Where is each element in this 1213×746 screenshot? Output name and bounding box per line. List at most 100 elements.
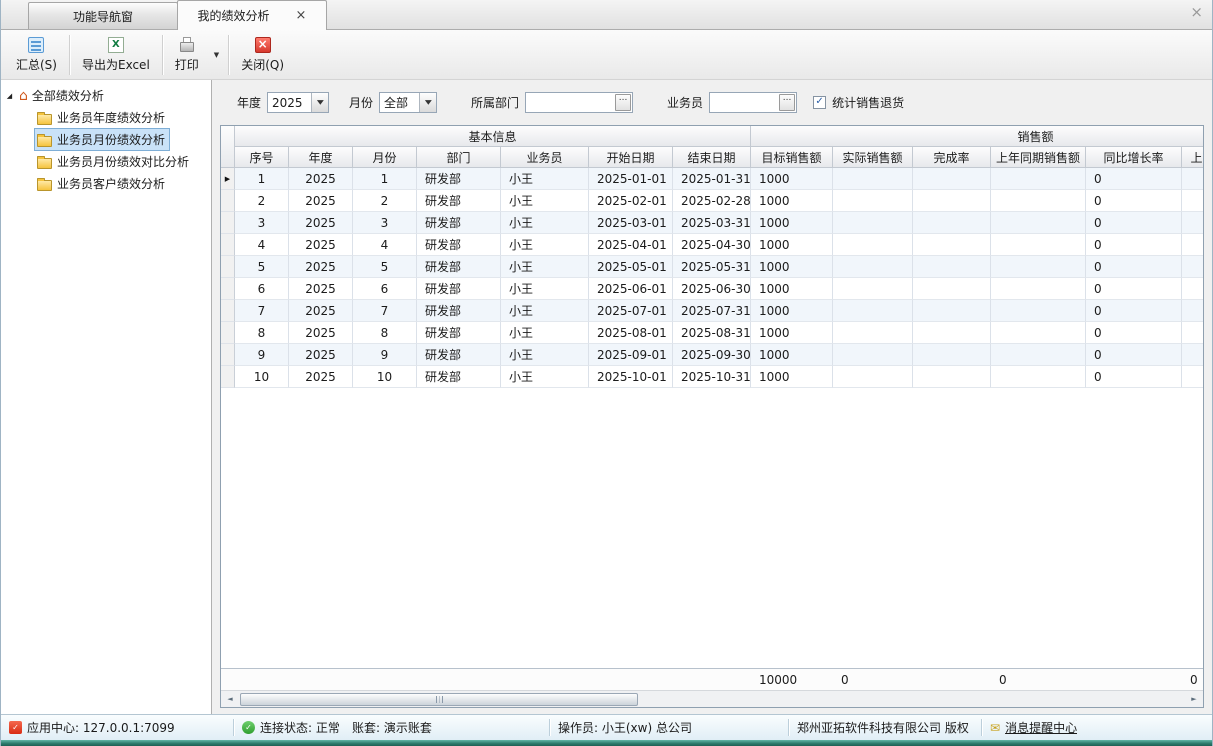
row-selector[interactable] — [221, 278, 235, 300]
scroll-left-arrow-icon[interactable]: ◄ — [222, 695, 238, 703]
print-button[interactable]: 打印 — [166, 33, 208, 77]
close-button[interactable]: 关闭(Q) — [232, 33, 293, 77]
toolbar-separator — [228, 35, 229, 75]
table-cell: 9 — [353, 344, 417, 366]
app-center-status: 应用中心: 127.0.0.1:7099 — [27, 719, 175, 736]
column-header[interactable]: 年度 — [289, 147, 353, 168]
tree-root-item[interactable]: ◢ ⌂ 全部绩效分析 — [1, 85, 211, 106]
summarize-button[interactable]: 汇总(S) — [7, 33, 66, 77]
table-row[interactable]: 520255研发部小王2025-05-012025-05-3110000 — [221, 256, 1203, 278]
tree-item[interactable]: 业务员客户绩效分析 — [35, 173, 169, 194]
table-cell: 小王 — [501, 212, 589, 234]
tab-function-nav[interactable]: 功能导航窗 — [28, 2, 178, 29]
column-header[interactable]: 序号 — [235, 147, 289, 168]
table-cell — [991, 212, 1086, 234]
tab-my-performance[interactable]: 我的绩效分析 × — [177, 0, 327, 30]
row-selector[interactable] — [221, 300, 235, 322]
table-cell: 10 — [235, 366, 289, 388]
message-center-link[interactable]: 消息提醒中心 — [1005, 719, 1077, 736]
table-row[interactable]: 620256研发部小王2025-06-012025-06-3010000 — [221, 278, 1203, 300]
tree-item[interactable]: 业务员月份绩效分析 — [35, 129, 169, 150]
table-cell: 1000 — [751, 212, 833, 234]
column-header[interactable]: 同比增长率 — [1086, 147, 1182, 168]
column-header[interactable]: 目标销售额 — [751, 147, 833, 168]
table-cell: 0 — [1086, 234, 1182, 256]
table-row[interactable]: 220252研发部小王2025-02-012025-02-2810000 — [221, 190, 1203, 212]
table-cell: 研发部 — [417, 278, 501, 300]
salesman-label: 业务员 — [667, 94, 703, 111]
row-selector[interactable] — [221, 344, 235, 366]
column-header[interactable]: 完成率 — [913, 147, 991, 168]
table-row[interactable]: 10202510研发部小王2025-10-012025-10-3110000 — [221, 366, 1203, 388]
tab-close-icon[interactable]: × — [296, 9, 307, 22]
row-selector[interactable] — [221, 234, 235, 256]
column-header[interactable]: 上 — [1182, 147, 1203, 168]
tree-item[interactable]: 业务员月份绩效对比分析 — [35, 151, 193, 172]
current-row-pointer-icon[interactable]: ▶ — [221, 168, 235, 190]
print-label: 打印 — [175, 56, 199, 73]
export-excel-button[interactable]: 导出为Excel — [73, 33, 159, 77]
content-panel: 年度 2025 ▼ 月份 全部 ▼ 所属部门 ... 业务员 — [212, 80, 1212, 714]
table-row[interactable]: 420254研发部小王2025-04-012025-04-3010000 — [221, 234, 1203, 256]
table-cell: 2025 — [289, 168, 353, 190]
group-header-basic[interactable]: 基本信息 — [235, 126, 751, 147]
scroll-right-arrow-icon[interactable]: ► — [1186, 695, 1202, 703]
window-close-icon[interactable]: × — [1190, 5, 1203, 20]
table-cell — [833, 256, 913, 278]
row-selector[interactable] — [221, 190, 235, 212]
table-row[interactable]: 820258研发部小王2025-08-012025-08-3110000 — [221, 322, 1203, 344]
table-cell — [833, 366, 913, 388]
status-bar: ✓ 应用中心: 127.0.0.1:7099 ✓ 连接状态: 正常 账套: 演示… — [1, 714, 1212, 740]
app-window: 功能导航窗 我的绩效分析 × × 汇总(S) 导出为Excel 打印 ▼ 关闭(… — [0, 0, 1213, 746]
scrollbar-track[interactable] — [238, 692, 1186, 707]
department-browse-button[interactable]: ... — [615, 94, 631, 111]
table-cell: 研发部 — [417, 168, 501, 190]
month-value: 全部 — [380, 93, 419, 112]
folder-icon — [37, 180, 52, 191]
column-header[interactable]: 部门 — [417, 147, 501, 168]
column-header[interactable]: 实际销售额 — [833, 147, 913, 168]
table-row[interactable]: 920259研发部小王2025-09-012025-09-3010000 — [221, 344, 1203, 366]
scrollbar-thumb[interactable] — [240, 693, 638, 706]
column-header[interactable]: 结束日期 — [673, 147, 751, 168]
row-selector[interactable] — [221, 322, 235, 344]
tree-root-label: 全部绩效分析 — [32, 87, 104, 104]
salesman-input[interactable] — [711, 94, 779, 111]
grid-column-header-row: 序号年度月份部门业务员开始日期结束日期目标销售额实际销售额完成率上年同期销售额同… — [235, 147, 1203, 168]
year-dropdown-icon[interactable]: ▼ — [311, 93, 328, 112]
column-header[interactable]: 业务员 — [501, 147, 589, 168]
table-row[interactable]: 720257研发部小王2025-07-012025-07-3110000 — [221, 300, 1203, 322]
column-header[interactable]: 月份 — [353, 147, 417, 168]
table-cell: 1000 — [751, 234, 833, 256]
year-select[interactable]: 2025 ▼ — [267, 92, 329, 113]
column-header[interactable]: 上年同期销售额 — [991, 147, 1086, 168]
group-header-sales[interactable]: 销售额 — [751, 126, 1203, 147]
tree-item-label: 业务员客户绩效分析 — [57, 175, 165, 192]
department-input[interactable] — [527, 94, 615, 111]
close-label: 关闭(Q) — [241, 56, 284, 73]
tree-items: 业务员年度绩效分析业务员月份绩效分析业务员月份绩效对比分析业务员客户绩效分析 — [1, 107, 211, 194]
operator-status: 操作员: 小王(xw) 总公司 — [558, 719, 692, 736]
table-row[interactable]: 320253研发部小王2025-03-012025-03-3110000 — [221, 212, 1203, 234]
tree-item[interactable]: 业务员年度绩效分析 — [35, 107, 169, 128]
year-label: 年度 — [237, 94, 261, 111]
row-selector[interactable] — [221, 256, 235, 278]
salesman-browse-button[interactable]: ... — [779, 94, 795, 111]
table-cell: 2025-08-01 — [589, 322, 673, 344]
folder-icon — [37, 158, 52, 169]
table-cell: 6 — [235, 278, 289, 300]
tree-expander-icon[interactable]: ◢ — [4, 92, 15, 100]
column-header[interactable]: 开始日期 — [589, 147, 673, 168]
table-cell: 1 — [353, 168, 417, 190]
returns-checkbox[interactable]: ✓ — [813, 96, 826, 109]
table-row[interactable]: ▶120251研发部小王2025-01-012025-01-3110000 — [221, 168, 1203, 190]
table-cell: 2025-06-01 — [589, 278, 673, 300]
print-dropdown-caret-icon[interactable]: ▼ — [208, 33, 225, 77]
table-cell: 研发部 — [417, 256, 501, 278]
row-selector[interactable] — [221, 366, 235, 388]
scrollbar-grip-icon — [436, 696, 443, 703]
row-selector[interactable] — [221, 212, 235, 234]
horizontal-scrollbar[interactable]: ◄ ► — [221, 690, 1203, 707]
month-select[interactable]: 全部 ▼ — [379, 92, 437, 113]
month-dropdown-icon[interactable]: ▼ — [419, 93, 436, 112]
